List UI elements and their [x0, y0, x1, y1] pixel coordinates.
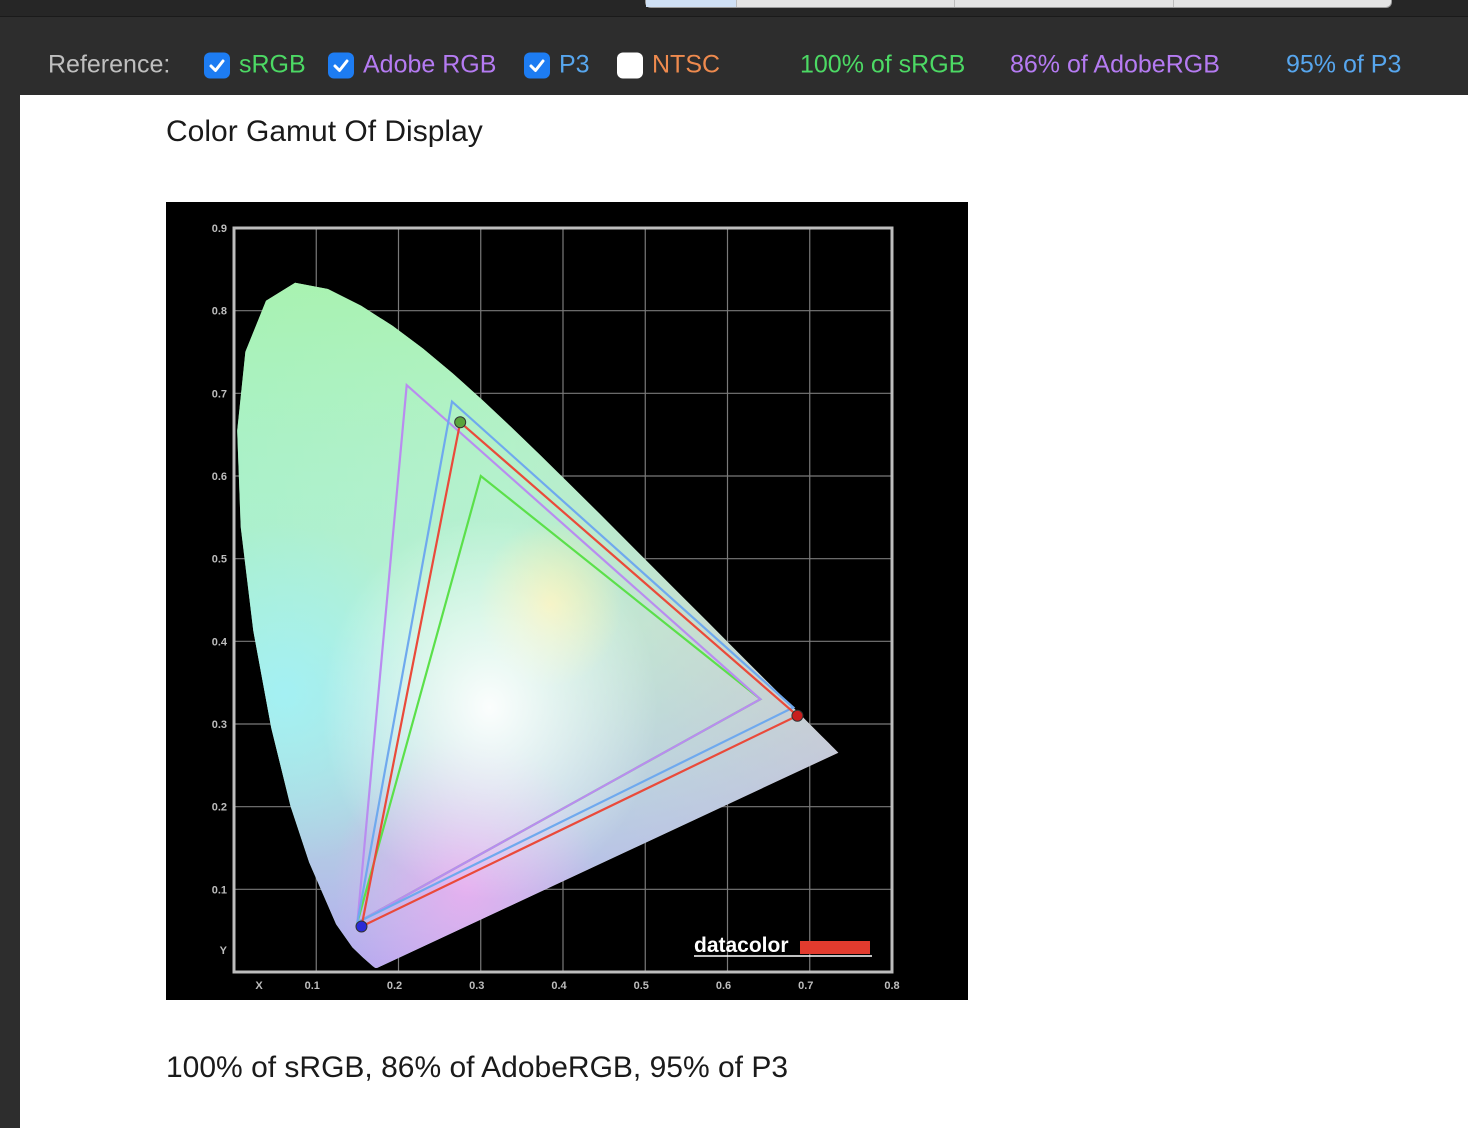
checkbox-label: NTSC — [652, 50, 721, 79]
x-tick-label: 0.3 — [469, 980, 484, 992]
y-tick-label: 0.7 — [212, 388, 227, 400]
reference-bar: Reference: sRGB Adobe RGB P3 NTSC 100% o… — [0, 17, 1468, 95]
toolbar-segmented-control[interactable] — [645, 0, 1392, 8]
coverage-caption: 100% of sRGB, 86% of AdobeRGB, 95% of P3 — [166, 1051, 789, 1084]
checkbox-label: sRGB — [239, 50, 306, 79]
x-tick-label: 0.1 — [305, 980, 320, 992]
check-icon[interactable] — [524, 52, 550, 78]
adobergb-coverage-text: 86% of AdobeRGB — [1010, 50, 1220, 79]
x-tick-label: 0.4 — [551, 980, 567, 992]
y-tick-label: 0.6 — [212, 471, 227, 483]
measured-point — [791, 709, 804, 722]
checkbox-label: P3 — [559, 50, 590, 79]
y-tick-label: 0.1 — [212, 884, 227, 896]
datacolor-logo-text: datacolor — [694, 934, 789, 957]
check-icon[interactable] — [204, 52, 230, 78]
measured-point — [454, 416, 467, 429]
checkbox-ntsc[interactable]: NTSC — [617, 51, 720, 80]
p3-coverage-text: 95% of P3 — [1286, 50, 1402, 79]
check-icon[interactable] — [328, 52, 354, 78]
spectral-locus-shading — [237, 282, 839, 968]
reference-label: Reference: — [48, 50, 171, 79]
x-tick-label: 0.8 — [884, 980, 899, 992]
x-tick-label: 0.7 — [798, 980, 813, 992]
checkbox-p3[interactable]: P3 — [524, 51, 590, 80]
y-tick-label: 0.3 — [212, 719, 227, 731]
y-tick-label: 0.9 — [212, 223, 227, 235]
y-tick-label: Y — [220, 945, 228, 957]
checkbox-adobe-rgb[interactable]: Adobe RGB — [328, 51, 496, 80]
y-tick-label: 0.5 — [212, 554, 227, 566]
window-top-strip — [0, 0, 1468, 17]
segment-3[interactable] — [955, 0, 1174, 7]
spectral-locus — [237, 282, 839, 968]
x-tick-label: 0.5 — [634, 980, 649, 992]
measured-point — [355, 920, 368, 933]
x-tick-label: 0.2 — [387, 980, 402, 992]
report-content: Color Gamut Of Display X 0.1 0.2 0.3 0.4… — [20, 95, 1468, 1128]
checkbox-box[interactable] — [617, 52, 643, 78]
x-tick-label: X — [255, 980, 263, 992]
checkbox-srgb[interactable]: sRGB — [204, 51, 306, 80]
srgb-coverage-text: 100% of sRGB — [800, 50, 966, 79]
y-tick-label: 0.4 — [212, 636, 228, 648]
checkbox-label: Adobe RGB — [363, 50, 497, 79]
y-tick-label: 0.8 — [212, 306, 227, 318]
segment-1[interactable] — [646, 0, 737, 7]
cie-chromaticity-chart: X 0.1 0.2 0.3 0.4 0.5 0.6 0.7 0.8 Y 0.1 0.2 0.3 0.4 0.… — [166, 202, 968, 1000]
y-tick-label: 0.2 — [212, 802, 227, 814]
chart-svg: X 0.1 0.2 0.3 0.4 0.5 0.6 0.7 0.8 Y 0.1 0.2 0.3 0.4 0.… — [212, 223, 900, 992]
datacolor-logo: datacolor — [694, 934, 872, 957]
x-tick-label: 0.6 — [716, 980, 731, 992]
logo-red-bar — [800, 941, 870, 954]
page-title: Color Gamut Of Display — [166, 115, 483, 148]
segment-2[interactable] — [737, 0, 956, 7]
segment-4[interactable] — [1174, 0, 1391, 7]
